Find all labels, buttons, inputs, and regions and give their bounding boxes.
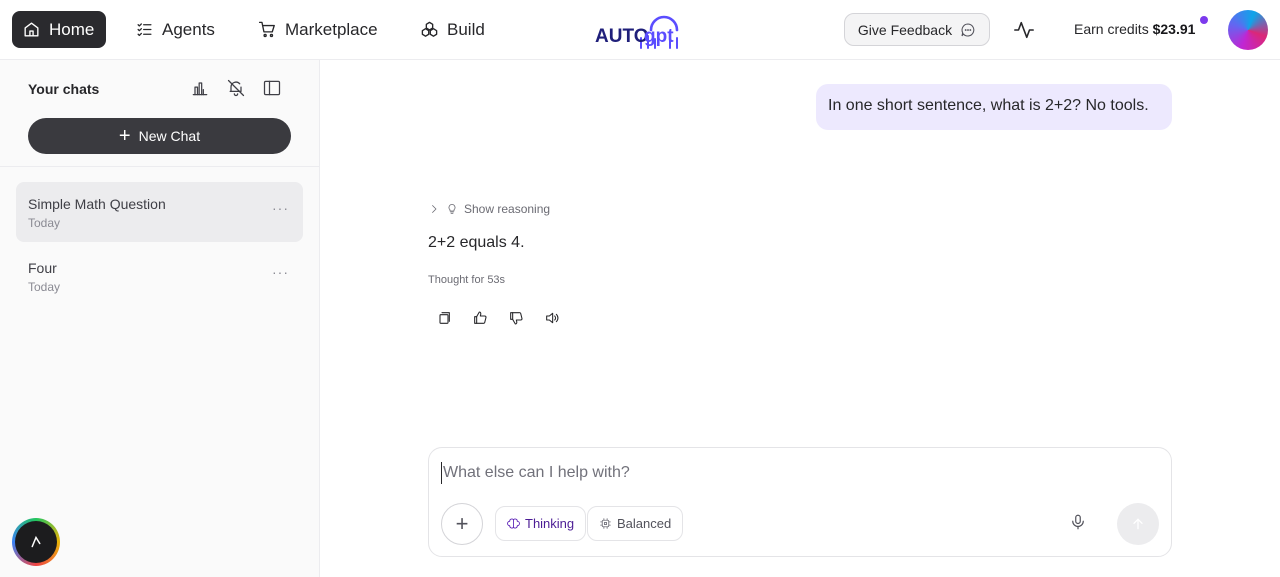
credits-balance: $23.91 (1152, 21, 1196, 37)
panel-icon (263, 80, 281, 96)
copy-button[interactable] (436, 310, 454, 328)
user-message: In one short sentence, what is 2+2? No t… (816, 84, 1172, 130)
balanced-label: Balanced (617, 516, 672, 531)
chat-date: Today (28, 280, 61, 294)
thinking-label: Thinking (525, 516, 575, 531)
nav-marketplace-label: Marketplace (285, 19, 378, 39)
thought-duration: Thought for 53s (428, 274, 506, 286)
nav-agents-label: Agents (162, 19, 215, 39)
chat-list-item[interactable]: Four Today ··· (16, 246, 303, 306)
voice-input-button[interactable] (1069, 513, 1091, 535)
chat-title: Simple Math Question (28, 196, 166, 212)
copy-icon (439, 312, 450, 324)
give-feedback-button[interactable]: Give Feedback (844, 13, 990, 46)
message-composer: + Thinking Balanced (428, 447, 1172, 557)
assistant-launcher-button[interactable] (12, 518, 60, 566)
chat-list-item[interactable]: Simple Math Question Today ··· (16, 182, 303, 242)
send-button[interactable] (1117, 503, 1159, 545)
balanced-mode-toggle[interactable]: Balanced (587, 506, 684, 541)
build-icon (421, 21, 438, 37)
chat-panel: In one short sentence, what is 2+2? No t… (320, 60, 1280, 577)
chevron-right-icon (432, 205, 437, 213)
message-actions (436, 310, 562, 328)
top-bar: Home Agents Marketplace Build AUTO gpt G… (0, 0, 1280, 60)
thumbs-up-icon (474, 311, 487, 324)
launcher-inner (15, 521, 57, 563)
send-icon (1133, 518, 1143, 530)
activity-icon (1014, 21, 1034, 39)
give-feedback-label: Give Feedback (857, 21, 953, 38)
thumbs-down-icon (510, 312, 523, 325)
thumbs-down-button[interactable] (508, 310, 526, 328)
autogpt-logo[interactable]: AUTO gpt (594, 8, 686, 52)
notification-dot (1200, 16, 1208, 24)
plus-icon: + (455, 511, 469, 536)
speaker-icon (546, 312, 559, 324)
message-input[interactable] (441, 462, 1041, 484)
nav-home-label: Home (49, 19, 95, 39)
earn-credits[interactable]: Earn credits $23.91 (1074, 21, 1195, 37)
chat-bubble-icon (961, 22, 975, 36)
usage-button[interactable] (190, 78, 212, 100)
notifications-button[interactable] (226, 78, 248, 100)
sidebar-header: Your chats + New Chat (0, 60, 319, 167)
bell-off-icon (227, 79, 245, 97)
lightbulb-icon (448, 204, 456, 214)
mic-icon (1072, 514, 1084, 530)
home-icon (24, 22, 39, 37)
user-avatar[interactable] (1228, 10, 1268, 50)
more-options-icon[interactable]: ··· (272, 264, 289, 280)
nav-build[interactable]: Build (410, 11, 495, 48)
show-reasoning-label: Show reasoning (464, 202, 551, 216)
nav-marketplace[interactable]: Marketplace (248, 11, 388, 48)
read-aloud-button[interactable] (544, 310, 562, 328)
logo-text-brand: gpt (644, 26, 674, 47)
plus-icon: + (118, 125, 131, 147)
earn-credits-label: Earn credits (1074, 21, 1149, 37)
sidebar-heading: Your chats (28, 81, 100, 97)
balanced-icon (600, 518, 611, 529)
new-chat-button[interactable]: + New Chat (28, 118, 291, 154)
activity-button[interactable] (1013, 19, 1037, 41)
nav-build-label: Build (447, 19, 485, 39)
logo-text-auto: AUTO (595, 26, 648, 47)
thumbs-up-button[interactable] (472, 310, 490, 328)
thinking-toggle[interactable]: Thinking (495, 506, 587, 541)
show-reasoning-toggle[interactable]: Show reasoning (428, 202, 550, 216)
toggle-sidebar-button[interactable] (262, 78, 284, 100)
agents-icon (137, 23, 152, 37)
more-options-icon[interactable]: ··· (272, 200, 289, 216)
launcher-icon (31, 535, 41, 548)
assistant-message: 2+2 equals 4. (428, 234, 525, 251)
chat-title: Four (28, 260, 57, 276)
sidebar: Your chats + New Chat Simple Math Questi… (0, 60, 320, 577)
thinking-icon (507, 518, 520, 529)
cart-icon (258, 21, 275, 38)
new-chat-label: New Chat (138, 128, 201, 144)
chat-date: Today (28, 216, 61, 230)
chart-icon (192, 82, 208, 96)
attach-button[interactable]: + (441, 503, 483, 545)
nav-home[interactable]: Home (12, 11, 106, 48)
nav-agents[interactable]: Agents (125, 11, 225, 48)
